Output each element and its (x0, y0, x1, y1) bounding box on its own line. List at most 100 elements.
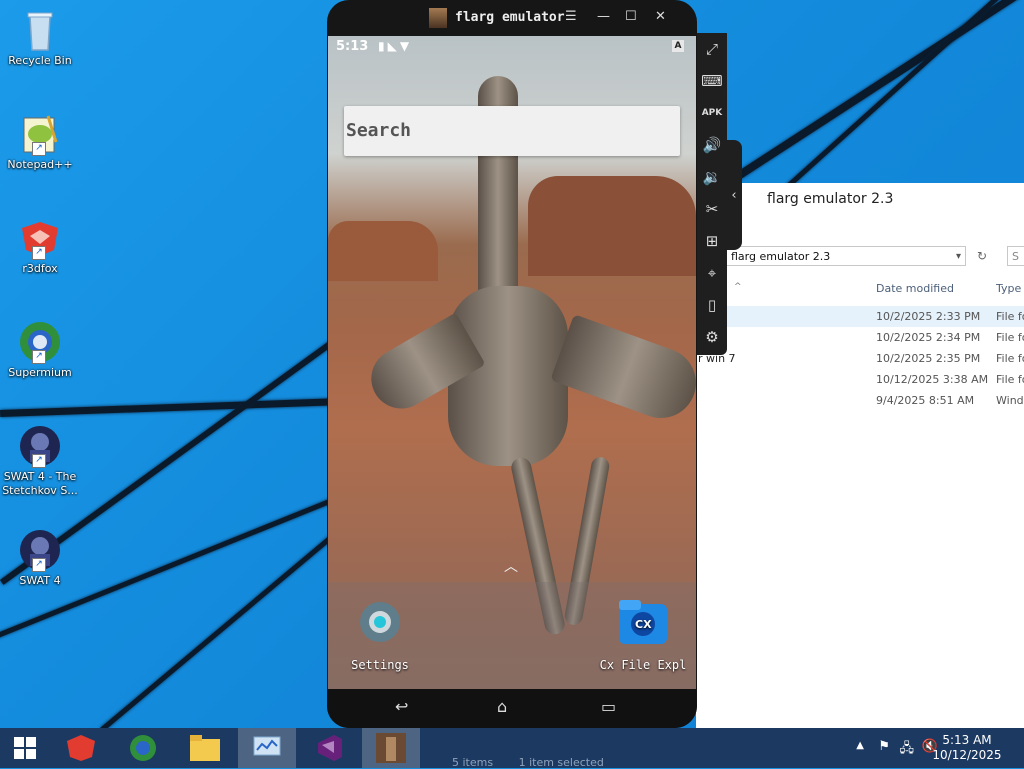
android-status-bar: 5:13 ▮◣▼ A (328, 36, 696, 58)
app-settings[interactable]: Settings (335, 596, 425, 672)
address-bar[interactable]: flarg emulator 2.3 ▾ (726, 246, 966, 266)
refresh-icon[interactable]: ↻ (972, 246, 992, 266)
file-row[interactable]: 10/2/2025 2:34 PM File fo (696, 327, 1024, 348)
app-cx-file-explorer[interactable]: CX Cx File Expl (598, 596, 688, 672)
emulator-side-toolbar: ⤢ ⌨ APK 🔊 🔉 ✂ ⊞ ⌖ ▯ ⚙ (697, 33, 727, 355)
home-button-icon[interactable]: ⌂ (497, 697, 507, 716)
search-box[interactable]: S (1007, 246, 1024, 266)
launcher-search-bar[interactable]: Search (344, 106, 680, 156)
emulator-window: flarg emulator ☰ — ☐ ✕ 5:13 ▮◣▼ A Search… (327, 0, 697, 728)
svg-text:CX: CX (635, 618, 652, 631)
explorer-status-bar: 5 items 1 item selected (452, 756, 604, 769)
android-screen[interactable]: 5:13 ▮◣▼ A Search ︿ Settings CX Cx File (328, 36, 696, 689)
shortcut-arrow-icon: ↗ (32, 142, 46, 156)
chevron-left-icon: ‹ (731, 187, 737, 203)
taskbar-r3dfox[interactable] (52, 728, 110, 768)
network-icon[interactable]: 🖧 (900, 739, 915, 761)
settings-gear-icon (354, 596, 406, 648)
supermium-icon: ↗ (18, 320, 62, 364)
column-type[interactable]: Type (996, 282, 1021, 295)
notepad-plus-plus-icon: ↗ (18, 112, 62, 156)
desktop-icon-swat4[interactable]: ↗ SWAT 4 (2, 528, 78, 588)
app-label: Cx File Expl (599, 658, 687, 672)
file-row[interactable]: 9/4/2025 8:51 AM Wind (696, 390, 1024, 411)
add-window-icon[interactable]: ⊞ (697, 225, 727, 257)
file-type: Wind (996, 394, 1024, 407)
file-explorer-window[interactable]: flarg emulator 2.3 flarg emulator 2.3 ▾ … (696, 183, 1024, 728)
desktop-icon-label: SWAT 4 - The Stetchkov S... (2, 470, 78, 497)
location-icon[interactable]: ⌖ (697, 257, 727, 289)
desktop-icon-recycle-bin[interactable]: Recycle Bin (2, 8, 78, 68)
sort-caret-icon[interactable]: ^ (734, 282, 742, 292)
file-row[interactable]: 10/12/2025 3:38 AM File fo (696, 369, 1024, 390)
desktop-icon-label: SWAT 4 (19, 574, 61, 587)
signal-icon: ◣ (387, 39, 400, 53)
back-button-icon[interactable]: ↩ (395, 697, 408, 716)
taskbar-network-monitor[interactable] (238, 728, 296, 768)
file-type: File fo (996, 331, 1024, 344)
swat4-icon: ↗ (18, 424, 62, 468)
windows-logo-icon (14, 737, 36, 759)
desktop: Recycle Bin ↗ Notepad++ ↗ r3dfox ↗ Super… (0, 0, 1024, 728)
chevron-down-icon[interactable]: ▾ (956, 247, 961, 267)
clock-date: 10/12/2025 (932, 748, 1002, 762)
file-type: File fo (996, 310, 1024, 323)
wallpaper-creature (550, 314, 696, 428)
emulator-titlebar: flarg emulator ☰ — ☐ ✕ (327, 0, 697, 36)
volume-up-icon[interactable]: 🔊 (697, 129, 727, 161)
desktop-icon-r3dfox[interactable]: ↗ r3dfox (2, 216, 78, 276)
keyboard-icon[interactable]: ⌨ (697, 65, 727, 97)
column-headers: ^ Date modified Type (696, 276, 1024, 300)
shortcut-arrow-icon: ↗ (32, 350, 46, 364)
desktop-icon-swat4-stetchkov[interactable]: ↗ SWAT 4 - The Stetchkov S... (2, 424, 78, 498)
desktop-icon-notepad-plus-plus[interactable]: ↗ Notepad++ (2, 112, 78, 172)
menu-icon[interactable]: ☰ (565, 9, 577, 24)
visual-studio-icon (318, 735, 342, 761)
volume-down-icon[interactable]: 🔉 (697, 161, 727, 193)
desktop-icon-label: Notepad++ (7, 158, 73, 171)
shake-icon[interactable]: ▯ (697, 289, 727, 321)
desktop-icon-label: Recycle Bin (8, 54, 72, 67)
explorer-title: flarg emulator 2.3 (696, 183, 1024, 215)
action-center-flag-icon[interactable]: ⚑ (878, 739, 890, 754)
screenshot-cut-icon[interactable]: ✂ (697, 193, 727, 225)
maximize-button[interactable]: ☐ (625, 9, 637, 24)
folder-icon (190, 735, 220, 761)
settings-icon[interactable]: ⚙ (697, 321, 727, 353)
file-row[interactable]: 10/2/2025 2:33 PM File fo (696, 306, 1024, 327)
taskbar-visual-studio[interactable] (300, 728, 358, 768)
address-text: flarg emulator 2.3 (731, 250, 831, 263)
close-button[interactable]: ✕ (655, 9, 666, 24)
taskbar-clock[interactable]: 5:13 AM 10/12/2025 (932, 733, 1002, 763)
launcher-dock: Settings CX Cx File Expl (328, 582, 696, 689)
r3dfox-icon (67, 735, 95, 761)
file-row[interactable]: r win 7 10/2/2025 2:35 PM File fo (696, 348, 1024, 369)
clock-time: 5:13 AM (942, 733, 992, 747)
taskbar-file-explorer[interactable] (176, 728, 234, 768)
app-drawer-chevron-up-icon[interactable]: ︿ (504, 556, 518, 576)
fullscreen-icon[interactable]: ⤢ (697, 33, 727, 65)
file-type: File fo (996, 373, 1024, 386)
file-date: 10/2/2025 2:35 PM (876, 352, 981, 365)
flarg-emulator-icon (376, 733, 406, 763)
emulator-app-icon (429, 8, 447, 28)
shortcut-arrow-icon: ↗ (32, 558, 46, 572)
toolbar-collapse-tab[interactable]: ‹ (726, 140, 742, 250)
shortcut-arrow-icon: ↗ (32, 454, 46, 468)
recents-button-icon[interactable]: ▭ (601, 697, 616, 716)
column-date-modified[interactable]: Date modified (876, 282, 954, 295)
start-button[interactable] (0, 728, 50, 768)
wallpaper-creature (448, 286, 568, 466)
show-hidden-icons-icon[interactable]: ▲ (856, 740, 864, 751)
taskbar-supermium[interactable] (114, 728, 172, 768)
desktop-icon-supermium[interactable]: ↗ Supermium (2, 320, 78, 380)
supermium-icon (130, 735, 156, 761)
shortcut-arrow-icon: ↗ (32, 246, 46, 260)
apk-install-icon[interactable]: APK (697, 97, 727, 129)
taskbar-flarg-emulator[interactable] (362, 728, 420, 768)
file-date: 9/4/2025 8:51 AM (876, 394, 975, 407)
status-selected-count: 1 item selected (518, 756, 604, 769)
swat4-icon: ↗ (18, 528, 62, 572)
minimize-button[interactable]: — (597, 9, 610, 24)
wallpaper-rock (528, 176, 696, 276)
